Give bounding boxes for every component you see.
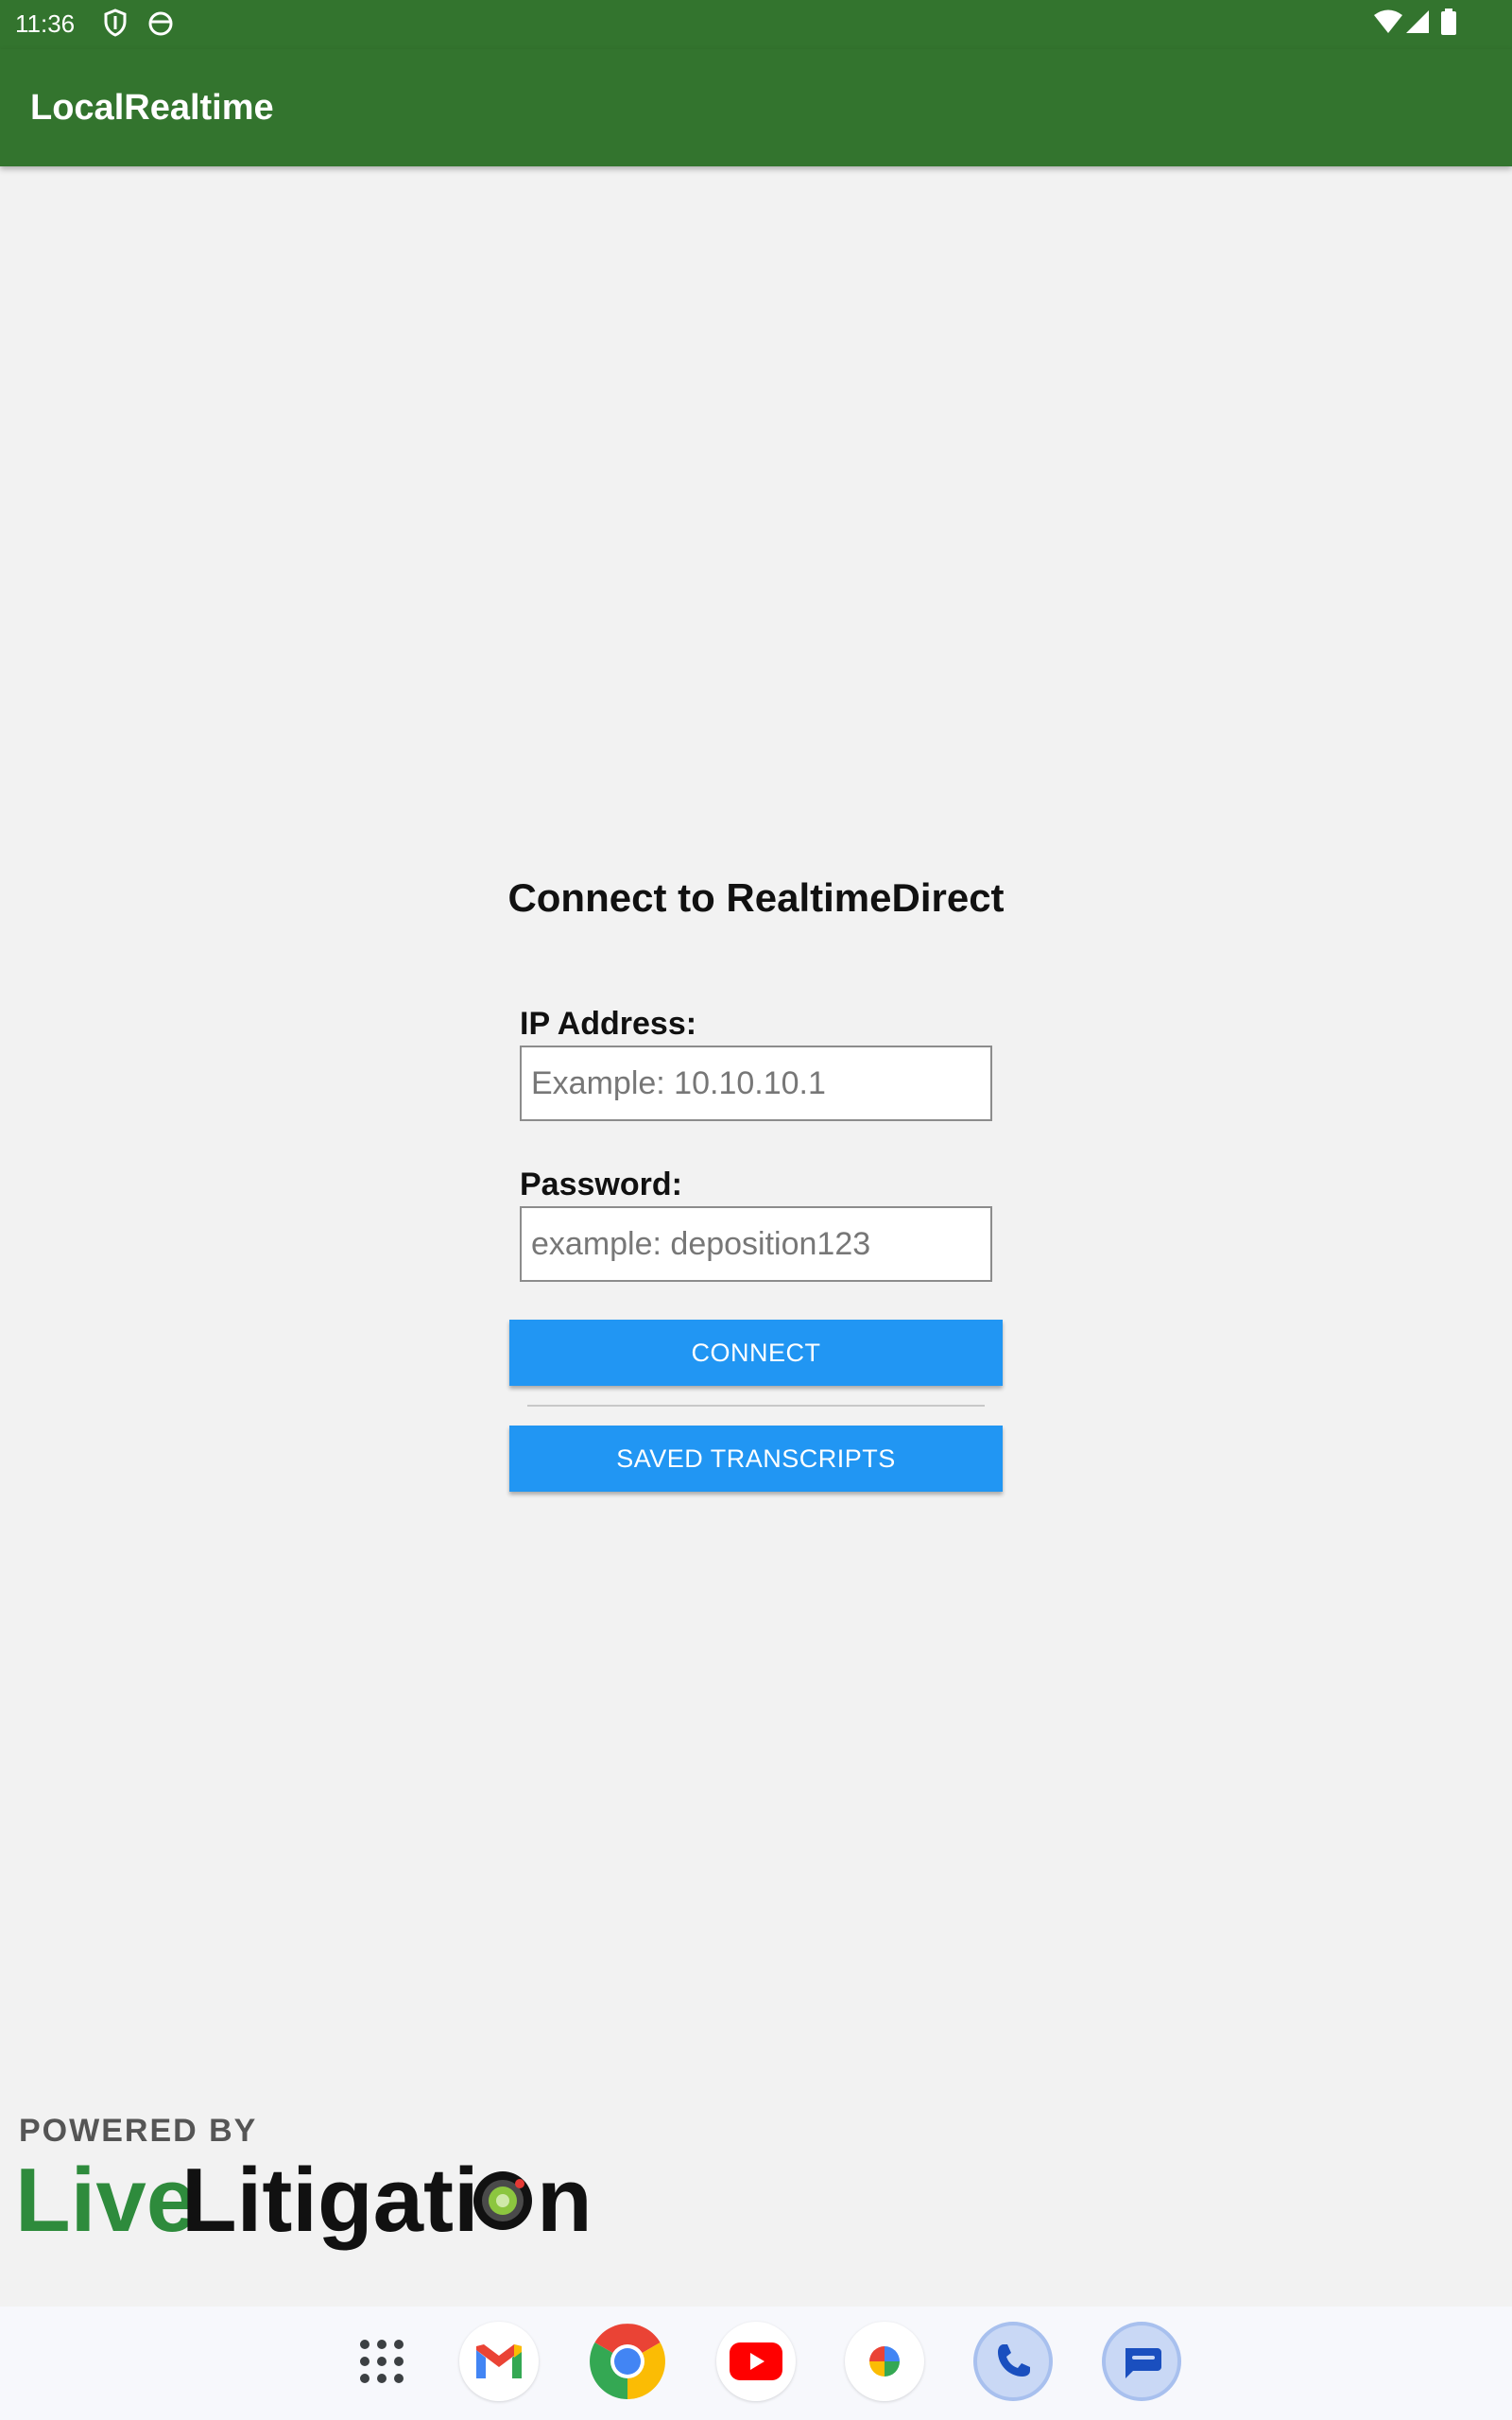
- chrome-icon[interactable]: [588, 2322, 667, 2401]
- ip-address-label: IP Address:: [520, 1006, 697, 1042]
- logo-litigation-text: Litigati: [181, 2150, 479, 2251]
- photos-icon[interactable]: [845, 2322, 924, 2401]
- app-bar: LocalRealtime: [0, 49, 1512, 166]
- ip-address-input[interactable]: [520, 1046, 992, 1121]
- password-label: Password:: [520, 1167, 682, 1202]
- youtube-icon[interactable]: [716, 2322, 796, 2401]
- messages-icon[interactable]: [1102, 2322, 1181, 2401]
- cellular-signal-icon: [1406, 10, 1429, 33]
- connect-button[interactable]: CONNECT: [509, 1320, 1003, 1386]
- logo-n-text: n: [537, 2150, 593, 2251]
- vpn-shield-icon: [104, 9, 127, 37]
- saved-transcripts-button[interactable]: SAVED TRANSCRIPTS: [509, 1426, 1003, 1492]
- divider: [527, 1405, 985, 1407]
- app-drawer-icon[interactable]: [342, 2322, 421, 2401]
- android-debug-icon: [148, 11, 173, 36]
- logo-live-text: Live: [15, 2150, 197, 2251]
- wifi-icon: [1374, 9, 1402, 33]
- status-time: 11:36: [15, 9, 76, 38]
- livelitigation-logo: Live Litigati n: [15, 2150, 593, 2251]
- camera-lens-icon: [473, 2171, 532, 2230]
- gmail-icon[interactable]: [459, 2322, 539, 2401]
- password-input[interactable]: [520, 1206, 992, 1282]
- form-title: Connect to RealtimeDirect: [507, 875, 1005, 920]
- status-bar: 11:36: [0, 0, 1512, 49]
- app-title: LocalRealtime: [30, 88, 274, 128]
- phone-icon[interactable]: [973, 2322, 1053, 2401]
- battery-icon: [1441, 9, 1456, 35]
